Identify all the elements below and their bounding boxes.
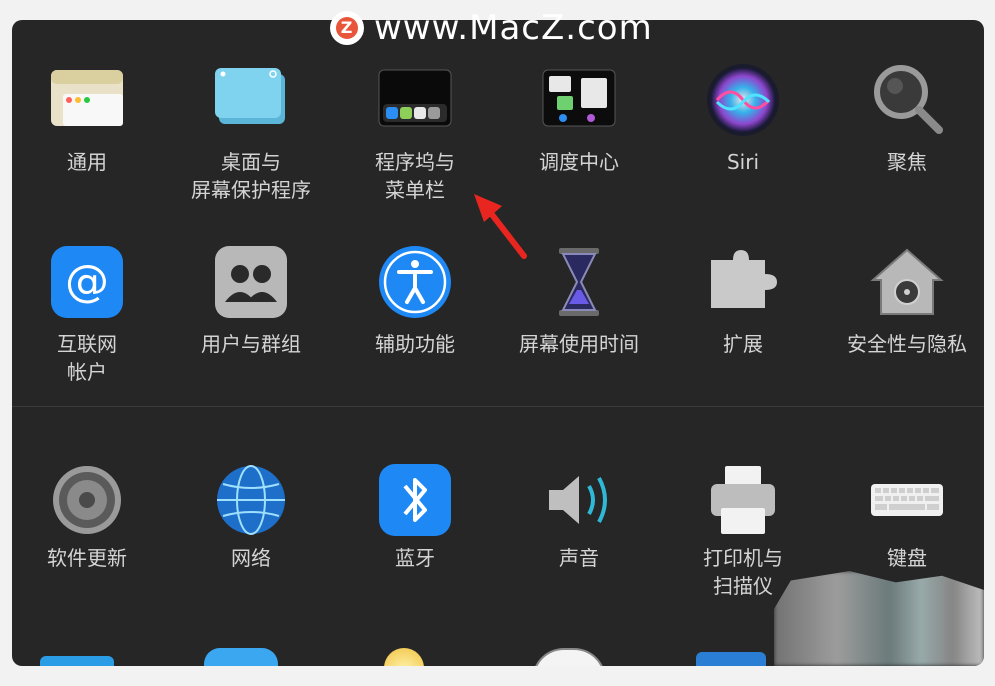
- section-divider: [12, 406, 984, 407]
- pref-accessibility-label: 辅助功能: [375, 332, 455, 356]
- pref-keyboard-label: 键盘: [887, 546, 927, 570]
- watermark: Z www.MacZ.com: [330, 6, 653, 50]
- pref-mission-control-label: 调度中心: [539, 150, 619, 174]
- pref-desktop-screensaver-label: 桌面与 屏幕保护程序: [191, 150, 311, 202]
- puzzle-icon: [703, 242, 783, 322]
- siri-icon: [703, 60, 783, 140]
- keyboard-icon: [867, 464, 947, 536]
- pref-security-privacy[interactable]: 安全性与隐私: [832, 242, 982, 358]
- pref-desktop-screensaver[interactable]: 桌面与 屏幕保护程序: [176, 60, 326, 204]
- pref-software-update[interactable]: 软件更新: [12, 464, 162, 572]
- pref-bluetooth-label: 蓝牙: [395, 546, 435, 570]
- pref-network-label: 网络: [231, 546, 271, 570]
- partial-folder-icon: [40, 656, 114, 666]
- printer-icon: [703, 464, 783, 536]
- pref-printers-scanners[interactable]: 打印机与 扫描仪: [668, 464, 818, 600]
- pref-users-groups[interactable]: 用户与群组: [176, 242, 326, 358]
- pref-sound[interactable]: 声音: [504, 464, 654, 572]
- pref-users-groups-label: 用户与群组: [201, 332, 301, 356]
- speaker-icon: [539, 464, 619, 536]
- hourglass-icon: [539, 242, 619, 322]
- pref-bluetooth[interactable]: 蓝牙: [340, 464, 490, 572]
- pref-general-label: 通用: [67, 150, 107, 174]
- watermark-text: www.MacZ.com: [374, 8, 653, 48]
- partial-clock-icon: [532, 648, 606, 666]
- magnifier-icon: [867, 60, 947, 140]
- partial-app-icon: [204, 648, 278, 666]
- dock-icon: [375, 60, 455, 140]
- blurred-region: [774, 571, 984, 666]
- pref-mission-control[interactable]: 调度中心: [504, 60, 654, 176]
- pref-security-privacy-label: 安全性与隐私: [847, 332, 967, 356]
- gear-icon: [47, 464, 127, 536]
- pref-extensions-label: 扩展: [723, 332, 763, 356]
- pref-siri[interactable]: Siri: [668, 60, 818, 176]
- pref-internet-accounts[interactable]: @ 互联网 帐户: [12, 242, 162, 386]
- general-window-icon: [47, 60, 127, 140]
- at-sign-icon: @: [47, 242, 127, 322]
- partial-folder-blue-icon: [696, 652, 766, 666]
- globe-icon: [211, 464, 291, 536]
- mission-control-icon: [539, 60, 619, 140]
- users-icon: [211, 242, 291, 322]
- pref-screen-time-label: 屏幕使用时间: [519, 332, 639, 356]
- pref-keyboard[interactable]: 键盘: [832, 464, 982, 572]
- annotation-arrow-icon: [474, 194, 527, 259]
- system-preferences-panel: 通用 桌面与 屏幕保护程序 程序坞与 菜单栏 调度中心 Siri 聚焦 @ 互联…: [12, 20, 984, 666]
- pref-internet-accounts-label: 互联网 帐户: [57, 332, 117, 384]
- pref-general[interactable]: 通用: [12, 60, 162, 176]
- accessibility-icon: [375, 242, 455, 322]
- pref-dock-menubar[interactable]: 程序坞与 菜单栏: [340, 60, 490, 204]
- svg-text:@: @: [65, 256, 109, 307]
- pref-sound-label: 声音: [559, 546, 599, 570]
- bluetooth-icon: [375, 464, 455, 536]
- pref-spotlight-label: 聚焦: [887, 150, 927, 174]
- pref-siri-label: Siri: [726, 150, 760, 174]
- pref-software-update-label: 软件更新: [47, 546, 127, 570]
- partial-bulb-icon: [384, 648, 424, 666]
- house-lock-icon: [867, 242, 947, 322]
- pref-network[interactable]: 网络: [176, 464, 326, 572]
- watermark-logo-icon: Z: [330, 11, 364, 45]
- desktop-folder-icon: [211, 60, 291, 140]
- pref-extensions[interactable]: 扩展: [668, 242, 818, 358]
- pref-spotlight[interactable]: 聚焦: [832, 60, 982, 176]
